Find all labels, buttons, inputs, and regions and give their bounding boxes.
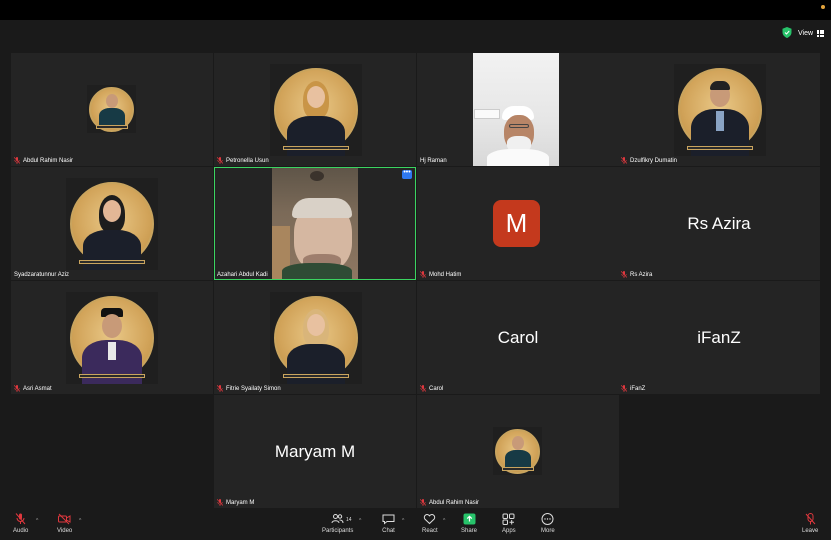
- video-options-chevron-icon[interactable]: ^: [79, 518, 81, 524]
- system-top-bar: [0, 0, 831, 20]
- participant-tile[interactable]: Carol Carol: [417, 281, 619, 394]
- participant-tile[interactable]: Abdul Rahim Nasir: [417, 395, 619, 508]
- heart-react-icon: [424, 514, 436, 525]
- participant-tile[interactable]: Maryam M Maryam M: [214, 395, 416, 508]
- chat-button[interactable]: Chat: [382, 513, 395, 534]
- participant-name: Asri Asmat: [14, 385, 52, 392]
- participant-tile[interactable]: Dzulfikry Dumatin: [618, 53, 820, 166]
- mic-muted-icon: [217, 385, 223, 392]
- participant-display-name: iFanZ: [697, 327, 741, 347]
- participant-tile[interactable]: Abdul Rahim Nasir: [11, 53, 213, 166]
- participant-name: Abdul Rahim Nasir: [420, 499, 479, 506]
- participant-portrait: [270, 64, 362, 156]
- react-button[interactable]: React: [422, 513, 438, 534]
- participant-display-name: Rs Azira: [687, 213, 751, 233]
- participants-options-chevron-icon[interactable]: ^: [359, 518, 361, 524]
- participants-count-badge: 14: [346, 517, 352, 523]
- participant-name: Hj Raman: [420, 158, 447, 164]
- participant-video: [473, 53, 559, 166]
- active-speaker-tile[interactable]: ••• Azahari Abdul Kadi: [214, 167, 416, 280]
- react-options-chevron-icon[interactable]: ^: [443, 518, 445, 524]
- mic-muted-icon: [420, 499, 426, 506]
- mic-muted-icon: [217, 157, 223, 164]
- meeting-toolbar: [0, 508, 831, 540]
- participant-name: Maryam M: [217, 499, 254, 506]
- mic-muted-icon: [217, 499, 223, 506]
- grid-view-icon: [817, 29, 825, 37]
- participant-name: Carol: [420, 385, 443, 392]
- participant-tile[interactable]: M Mohd Hatim: [417, 167, 619, 280]
- mic-muted-icon: [420, 271, 426, 278]
- status-dot: [821, 5, 825, 9]
- apps-icon: [502, 513, 515, 525]
- video-off-icon: [58, 513, 71, 525]
- chat-icon: [382, 514, 395, 525]
- mic-muted-icon: [15, 513, 26, 525]
- participant-name: Rs Azira: [621, 271, 652, 278]
- leave-button[interactable]: Leave: [802, 513, 818, 534]
- participant-name: Fitrie Syailaty Simon: [217, 385, 281, 392]
- mic-muted-icon: [621, 271, 627, 278]
- participant-display-name: Maryam M: [274, 441, 356, 461]
- participants-icon: [331, 514, 344, 524]
- participant-tile[interactable]: Fitrie Syailaty Simon: [214, 281, 416, 394]
- participant-display-name: Carol: [497, 327, 539, 347]
- participant-name: Syadzaratunnur Aziz: [14, 272, 70, 278]
- audio-button[interactable]: Audio: [13, 513, 28, 534]
- view-label: View: [798, 29, 814, 37]
- mic-muted-icon: [420, 385, 426, 392]
- video-button[interactable]: Video: [57, 513, 72, 534]
- participant-tile[interactable]: Petronella Usun: [214, 53, 416, 166]
- mic-muted-icon: [621, 385, 627, 392]
- participant-tile[interactable]: Syadzaratunnur Aziz: [11, 167, 213, 280]
- view-button[interactable]: View: [798, 26, 825, 40]
- participant-name: Petronella Usun: [217, 157, 269, 164]
- participant-portrait: [270, 292, 362, 384]
- leave-icon: [805, 513, 816, 525]
- participant-portrait: [87, 85, 136, 133]
- participant-name: Azahari Abdul Kadi: [217, 272, 268, 278]
- meeting-header: [0, 20, 831, 52]
- audio-options-chevron-icon[interactable]: ^: [36, 518, 38, 524]
- participant-name: Mohd Hatim: [420, 271, 461, 278]
- participant-portrait: [66, 292, 158, 384]
- participant-portrait: [493, 427, 542, 475]
- more-button[interactable]: More: [541, 513, 555, 534]
- participant-name: Abdul Rahim Nasir: [14, 157, 73, 164]
- chat-options-chevron-icon[interactable]: ^: [402, 518, 404, 524]
- participant-tile[interactable]: iFanZ iFanZ: [618, 281, 820, 394]
- share-button[interactable]: Share: [461, 513, 477, 534]
- participant-tile[interactable]: Hj Raman: [417, 53, 619, 166]
- participant-tile[interactable]: Rs Azira Rs Azira: [618, 167, 820, 280]
- mic-muted-icon: [14, 157, 20, 164]
- mic-muted-icon: [14, 385, 20, 392]
- share-screen-icon: [463, 513, 475, 525]
- participant-portrait: [674, 64, 766, 156]
- participant-portrait: [66, 178, 158, 270]
- participant-name: Dzulfikry Dumatin: [621, 157, 677, 164]
- tile-more-options-button[interactable]: •••: [402, 169, 412, 179]
- gallery-view: Abdul Rahim Nasir Petronella Usun Hj Ram…: [11, 53, 820, 508]
- participant-tile[interactable]: Asri Asmat: [11, 281, 213, 394]
- encryption-shield-icon[interactable]: [782, 27, 792, 38]
- participant-avatar: M: [493, 200, 540, 247]
- mic-muted-icon: [621, 157, 627, 164]
- more-icon: [541, 513, 554, 525]
- participant-name: iFanZ: [621, 385, 645, 392]
- participant-video: [272, 168, 358, 279]
- apps-button[interactable]: Apps: [502, 513, 516, 534]
